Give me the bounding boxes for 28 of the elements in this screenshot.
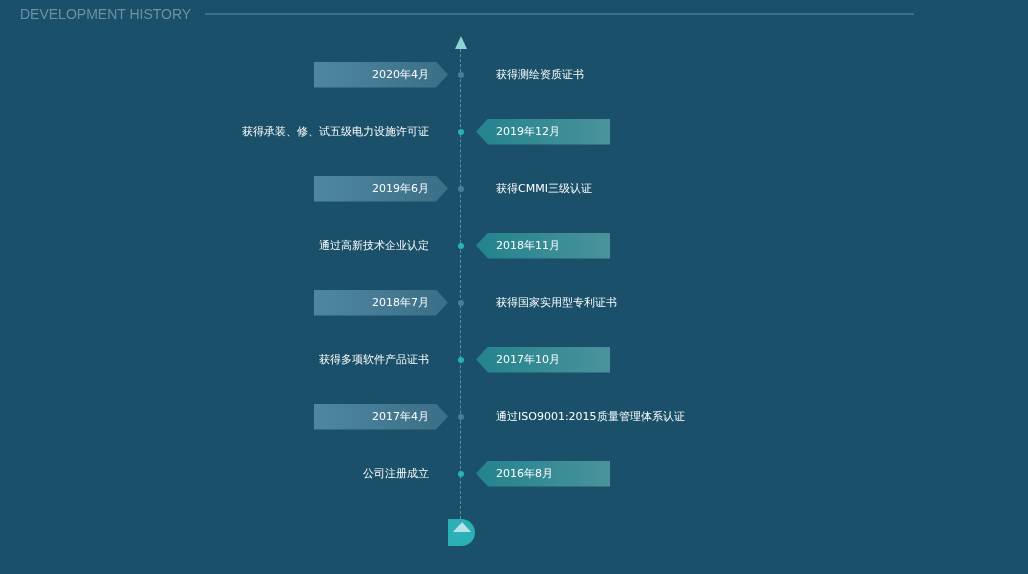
milestone-text: 通过ISO9001:2015质量管理体系认证 — [495, 409, 685, 424]
date-tag: 2018年11月 — [476, 232, 610, 259]
milestone-text: 获得多项软件产品证书 — [319, 352, 430, 367]
timeline-dot — [458, 413, 464, 420]
date-tag: 2019年6月 — [314, 175, 448, 202]
timeline-dot — [458, 470, 464, 477]
up-arrow-icon — [452, 522, 471, 532]
up-arrow-icon — [455, 36, 467, 49]
milestone-text: 获得承装、修、试五级电力设施许可证 — [242, 124, 430, 139]
timeline-dot — [458, 128, 464, 135]
milestone-text: 获得CMMI三级认证 — [495, 181, 592, 196]
date-tag: 2018年7月 — [314, 289, 448, 316]
milestone-text: 通过高新技术企业认定 — [319, 238, 430, 253]
timeline-dot — [458, 356, 464, 363]
timeline-dot — [458, 185, 464, 192]
timeline-dot — [458, 242, 464, 249]
timeline-dot — [458, 299, 464, 306]
back-to-top-button[interactable] — [448, 519, 475, 546]
date-tag: 2020年4月 — [314, 61, 448, 88]
date-tag: 2019年12月 — [476, 118, 610, 145]
milestone-text: 公司注册成立 — [363, 466, 430, 481]
date-tag: 2016年8月 — [476, 460, 610, 487]
section-title: DEVELOPMENT HISTORY — [20, 6, 192, 22]
timeline-dot — [458, 71, 464, 78]
date-tag: 2017年4月 — [314, 403, 448, 430]
milestone-text: 获得测绘资质证书 — [495, 67, 584, 82]
date-tag: 2017年10月 — [476, 346, 610, 373]
milestone-text: 获得国家实用型专利证书 — [495, 295, 617, 310]
